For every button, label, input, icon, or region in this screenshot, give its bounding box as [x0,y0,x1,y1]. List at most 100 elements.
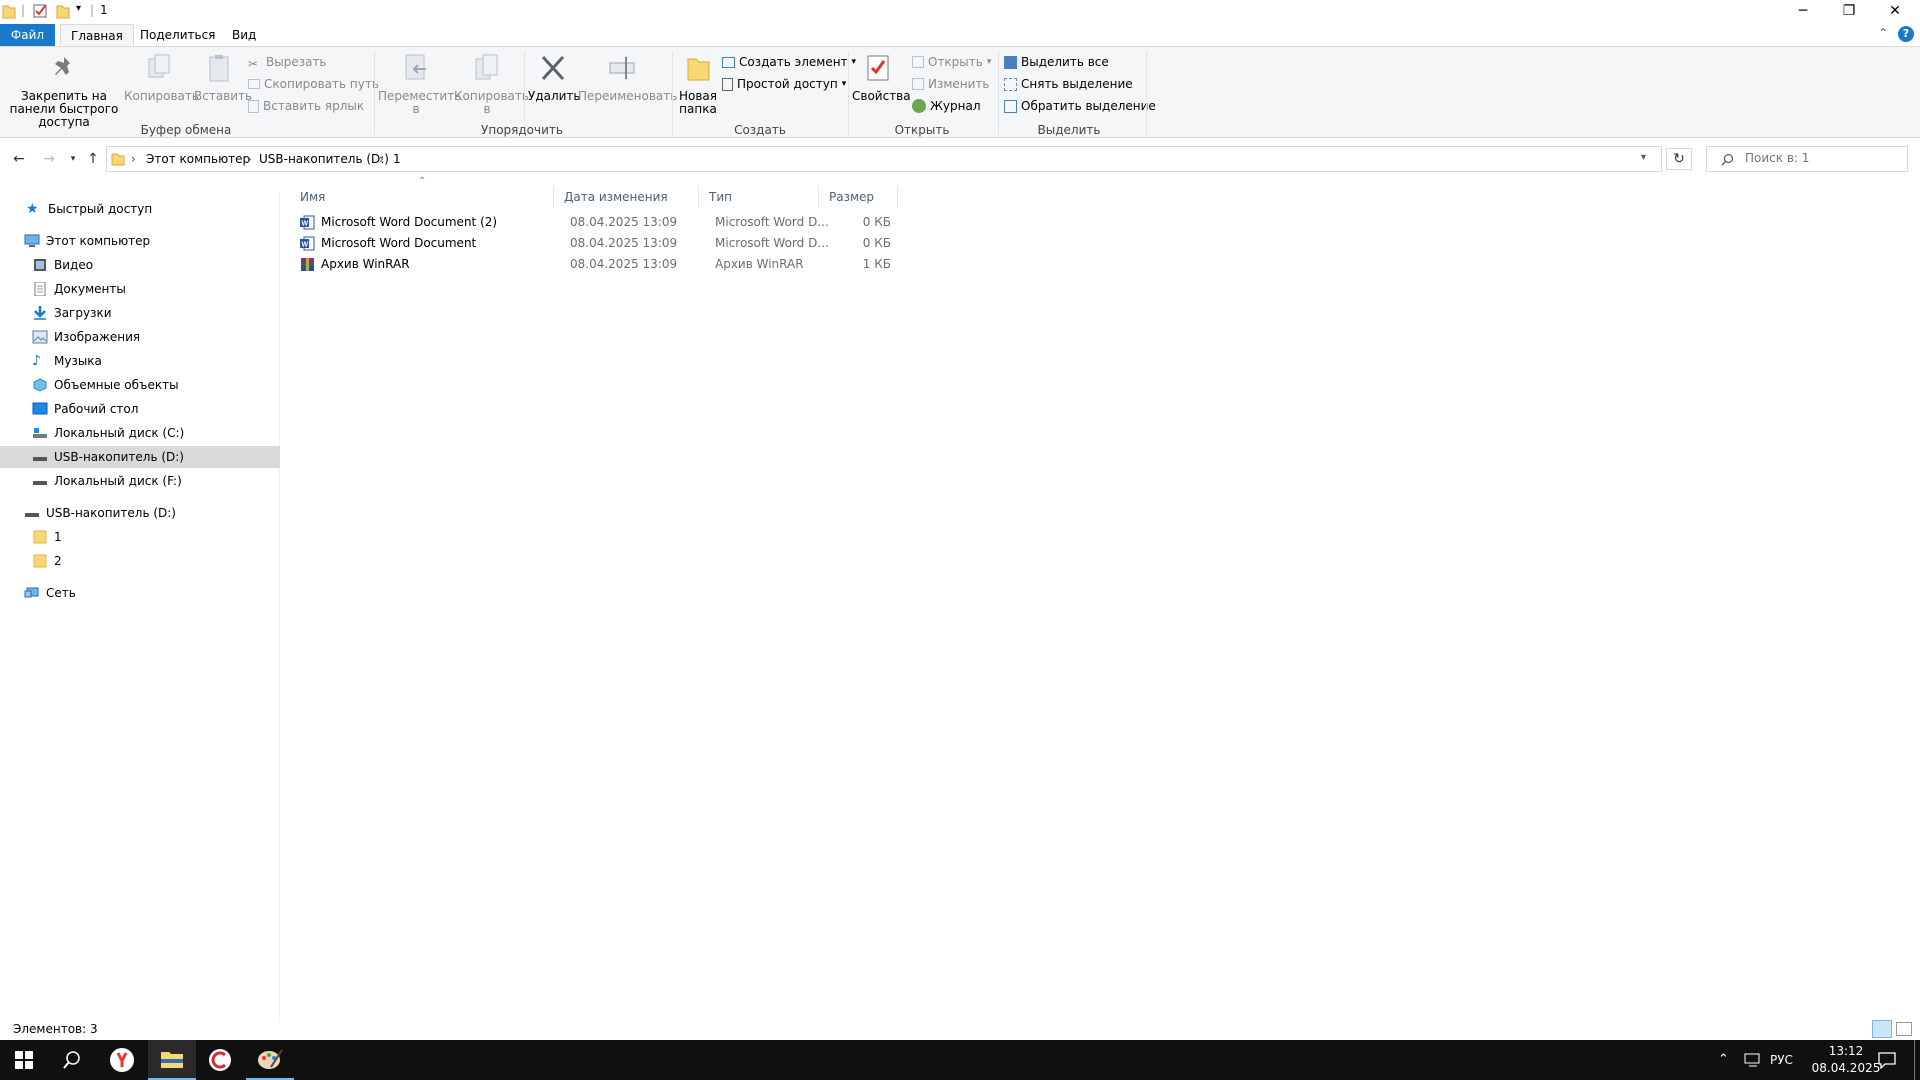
sidebar-item-folder-1[interactable]: 1 [32,526,280,548]
sidebar-item-pictures[interactable]: Изображения [32,326,280,348]
clock-date[interactable]: 08.04.2025 [1806,1061,1886,1075]
table-row[interactable]: W Microsoft Word Document 08.04.2025 13:… [300,233,1190,254]
history-button[interactable]: Журнал [912,97,981,115]
forward-button[interactable]: → [38,148,60,170]
start-button[interactable] [0,1040,48,1080]
tab-file[interactable]: Файл [0,24,55,46]
refresh-button[interactable]: ↻ [1666,148,1692,170]
column-header-size[interactable]: Размер [819,186,898,208]
help-icon[interactable]: ? [1898,26,1914,42]
folder-icon [33,530,47,544]
sidebar-item-downloads[interactable]: Загрузки [32,302,280,324]
select-none-button[interactable]: Снять выделение [1004,75,1133,93]
navigation-bar: ← → ▾ ↑ › Этот компьютер › USB-накопител… [0,144,1920,174]
properties-button[interactable]: Свойства [852,53,911,103]
details-view-icon[interactable] [1872,1020,1892,1038]
select-none-icon [1004,77,1017,91]
address-dropdown-icon[interactable]: ▾ [1641,152,1646,163]
restore-button[interactable]: ❐ [1826,0,1872,22]
tab-home[interactable]: Главная [60,24,134,46]
taskbar-file-explorer[interactable] [148,1040,196,1080]
close-button[interactable]: ✕ [1872,0,1918,22]
table-row[interactable]: W Microsoft Word Document (2) 08.04.2025… [300,212,1190,233]
file-name: Архив WinRAR [321,257,410,271]
sidebar-item-this-pc[interactable]: Этот компьютер [24,230,280,252]
file-type: Архив WinRAR [715,257,804,271]
taskbar-paint[interactable] [246,1040,294,1080]
sidebar-item-local-disk-c[interactable]: Локальный диск (C:) [32,422,280,444]
notifications-icon[interactable] [1878,1051,1896,1069]
pin-quick-access-button[interactable]: Закрепить на панели быстрого доступа [4,53,124,129]
history-icon [912,99,926,113]
search-button[interactable] [48,1040,96,1080]
network-tray-icon[interactable] [1744,1053,1762,1067]
quick-access-dropdown-icon[interactable]: ▾ [76,3,81,19]
paste-shortcut-button[interactable]: Вставить ярлык [248,97,364,115]
sidebar-item-documents[interactable]: Документы [32,278,280,300]
column-header-name[interactable]: Имя [290,186,554,208]
move-to-button[interactable]: Переместить в [378,53,461,116]
new-folder-quick-icon[interactable] [56,3,70,19]
drive-icon [33,481,47,485]
column-header-type[interactable]: Тип [699,186,819,208]
tab-view[interactable]: Вид [222,24,266,46]
address-bar[interactable]: › Этот компьютер › USB-накопитель (D:) ›… [106,146,1662,172]
rename-button[interactable]: Переименовать [578,53,677,103]
sidebar-item-desktop[interactable]: Рабочий стол [32,398,280,420]
delete-button[interactable]: Удалить [528,53,581,103]
up-button[interactable]: ↑ [82,148,104,170]
breadcrumb-folder-1[interactable]: 1 [393,152,401,166]
copy-button[interactable]: Копировать [124,53,199,103]
minimize-button[interactable]: ─ [1780,0,1826,22]
open-button[interactable]: Открыть ▾ [912,53,991,71]
properties-quick-icon[interactable] [32,3,48,19]
sidebar-item-3d-objects[interactable]: Объемные объекты [32,374,280,396]
sidebar-item-usb-drive-d[interactable]: USB-накопитель (D:) [0,446,280,468]
sidebar-item-video[interactable]: Видео [32,254,280,276]
large-icons-view-icon[interactable] [1896,1022,1912,1036]
taskbar-app-c[interactable] [196,1040,244,1080]
cut-button[interactable]: ✂ Вырезать [248,53,327,71]
back-button[interactable]: ← [8,148,30,170]
sidebar-item-local-disk-f[interactable]: Локальный диск (F:) [32,470,280,492]
new-item-button[interactable]: Создать элемент ▾ [722,53,856,71]
select-all-button[interactable]: Выделить все [1004,53,1109,71]
file-name: Microsoft Word Document [321,236,477,250]
new-folder-icon [687,58,710,81]
show-desktop-button[interactable] [1914,1040,1915,1080]
table-row[interactable]: Архив WinRAR 08.04.2025 13:09 Архив WinR… [300,254,1190,275]
svg-text:W: W [302,242,309,249]
breadcrumb-this-pc[interactable]: Этот компьютер [146,152,250,166]
search-input[interactable] [1745,151,1905,165]
file-size: 0 КБ [862,215,891,229]
tab-share[interactable]: Поделиться [130,24,225,46]
new-folder-button[interactable]: Новая папка [676,53,720,116]
clock-time[interactable]: 13:12 [1816,1044,1876,1058]
easy-access-button[interactable]: Простой доступ ▾ [722,75,846,93]
ribbon: Закрепить на панели быстрого доступа Коп… [0,46,1920,138]
invert-selection-button[interactable]: Обратить выделение [1004,97,1156,115]
column-header-date[interactable]: Дата изменения [554,186,699,208]
copy-to-button[interactable]: Копировать в [454,53,529,116]
language-indicator[interactable]: РУС [1770,1053,1793,1067]
music-icon: ♪ [32,353,41,369]
arrow-right-icon: → [43,151,55,167]
copy-path-button[interactable]: Скопировать путь [248,75,379,93]
sidebar-item-folder-2[interactable]: 2 [32,550,280,572]
navigation-pane: ★ Быстрый доступ Этот компьютер Видео До… [0,192,280,1022]
edit-button[interactable]: Изменить [912,75,990,93]
tray-overflow-icon[interactable]: ⌃ [1718,1052,1729,1067]
sidebar-item-music[interactable]: ♪ Музыка [32,350,280,372]
sidebar-item-network[interactable]: Сеть [24,582,280,604]
recent-locations-button[interactable]: ▾ [62,148,84,170]
breadcrumb-usb-drive[interactable]: USB-накопитель (D:) [259,152,389,166]
taskbar-yandex-browser[interactable] [98,1040,146,1080]
network-icon [24,587,39,598]
collapse-ribbon-icon[interactable]: ⌃ [1878,26,1888,40]
paint-icon [258,1049,283,1069]
paste-button[interactable]: Вставить [194,53,252,103]
sidebar-item-quick-access[interactable]: ★ Быстрый доступ [26,198,280,220]
sidebar-item-usb-root[interactable]: USB-накопитель (D:) [24,502,280,524]
search-box[interactable] [1706,146,1908,172]
usb-drive-icon [33,457,47,461]
